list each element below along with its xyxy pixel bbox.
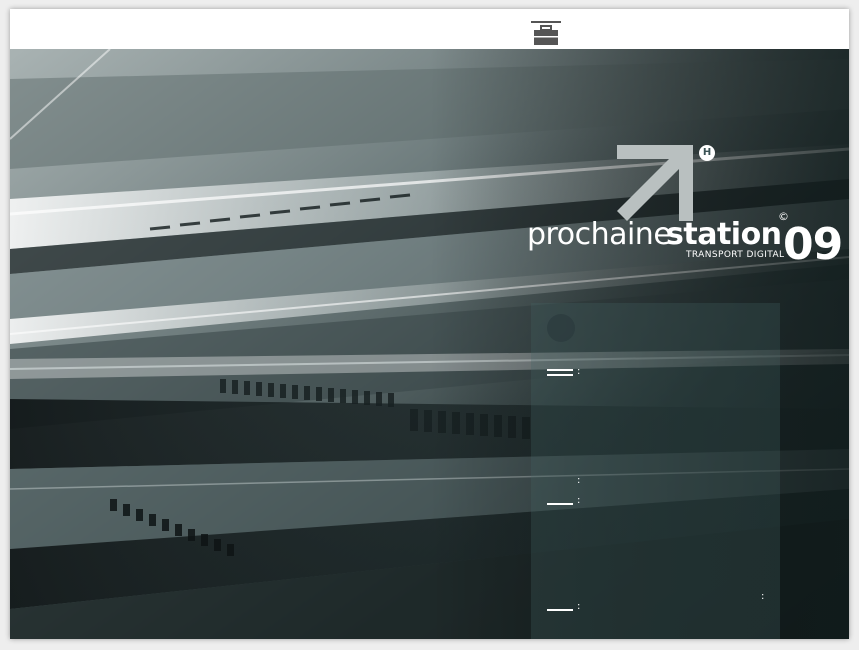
prochaine-station-logo: H prochaine station © 09 TRANSPORT DIGIT… [526,145,846,275]
brand-tagline: TRANSPORT DIGITAL [686,250,785,260]
page-frame: www.vincent-helye.com::::: H procha… [10,9,849,639]
hero-image: : : : : : [10,49,849,639]
brand-name-bold: station [666,217,782,252]
menu-bar-icon [547,609,573,611]
site-url-link[interactable]: www.vincent-helye.com [616,36,728,46]
panel-colon: : [577,475,581,486]
brand-name-light: prochaine [527,217,672,252]
panel-circle-icon [547,314,575,342]
menu-item-3[interactable]: : [547,601,607,619]
menu-bar-icon [547,374,573,376]
menu-item-colon: : [577,366,581,377]
menu-panel: : : : : [531,303,780,639]
menu-bar-icon [547,503,573,505]
corner-colon: : [761,591,765,602]
edition-number: 09 [783,219,843,270]
menu-item-1[interactable]: : [547,366,607,382]
menu-item-2[interactable]: : [547,495,607,513]
menu-item-colon: : [577,495,581,506]
menu-bar-icon [547,369,573,371]
h-badge-icon: H [699,145,715,161]
menu-item-colon: : [577,601,581,612]
briefcase-icon[interactable] [531,21,561,47]
arrow-up-right-icon [617,145,693,221]
